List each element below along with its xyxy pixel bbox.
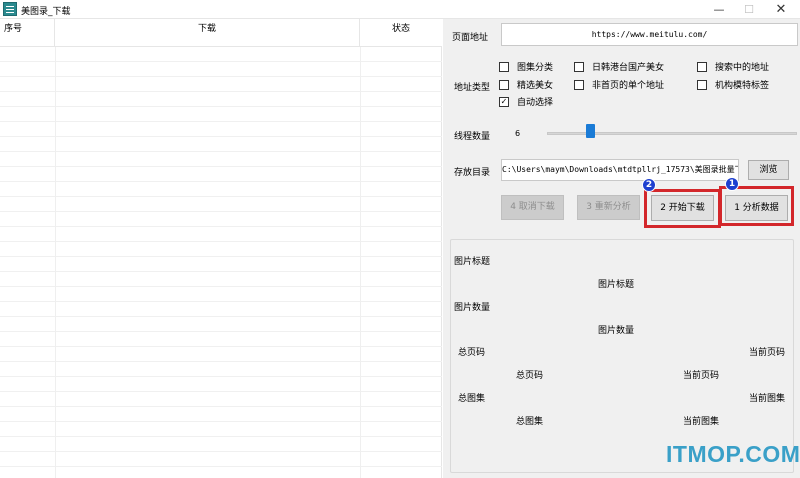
window-title: 美图录_下载: [21, 7, 71, 17]
step-badge-2: 2: [642, 178, 656, 192]
directory-input[interactable]: C:\Users\maym\Downloads\mtdtpllrj_17573\…: [501, 159, 739, 181]
total-albums-label: 总图集: [458, 394, 486, 404]
column-header-status[interactable]: 状态: [360, 19, 442, 47]
control-panel: 页面地址 https://www.meitulu.com/ 地址类型 图集分类 …: [443, 19, 800, 478]
browse-button[interactable]: 浏览: [748, 160, 789, 180]
checkmark-icon[interactable]: ✓: [499, 96, 509, 107]
cancel-download-button[interactable]: 4 取消下载: [501, 195, 564, 220]
address-type-label: 地址类型: [454, 83, 491, 93]
checkbox-box[interactable]: [697, 61, 707, 72]
column-header-number[interactable]: 序号: [0, 19, 55, 47]
current-album-value: 当前图集: [683, 417, 720, 427]
total-pages-label: 总页码: [458, 348, 486, 358]
current-page-value: 当前页码: [683, 371, 720, 381]
close-button[interactable]: ✕: [766, 0, 796, 19]
highlight-start-download: [644, 189, 721, 228]
image-count-label: 图片数量: [454, 303, 491, 313]
checkbox-box[interactable]: [499, 79, 509, 90]
threads-value: 6: [515, 129, 521, 138]
image-title-value: 图片标题: [598, 280, 635, 290]
checkbox-box[interactable]: [697, 79, 707, 90]
list-header: 序号 下载 状态: [0, 19, 442, 47]
current-album-label: 当前图集: [749, 394, 786, 404]
list-rows: [0, 47, 442, 478]
maximize-button[interactable]: ☐: [734, 0, 764, 19]
image-count-value: 图片数量: [598, 326, 635, 336]
title-bar: 美图录_下载 — ☐ ✕: [0, 0, 800, 19]
total-albums-value: 总图集: [516, 417, 544, 427]
watermark: ITMOP.COM: [666, 441, 800, 467]
checkbox-album-category[interactable]: 图集分类: [499, 61, 553, 75]
info-group: [450, 239, 794, 473]
directory-label: 存放目录: [454, 168, 491, 178]
highlight-analyze-data: [719, 186, 794, 226]
current-page-label: 当前页码: [749, 348, 786, 358]
checkbox-box[interactable]: [499, 61, 509, 72]
checkbox-single-address[interactable]: 非首页的单个地址: [574, 79, 664, 93]
column-header-download[interactable]: 下载: [55, 19, 360, 47]
minimize-button[interactable]: —: [704, 0, 734, 19]
url-input[interactable]: https://www.meitulu.com/: [501, 23, 798, 46]
threads-label: 线程数量: [454, 132, 491, 142]
download-list[interactable]: 序号 下载 状态: [0, 19, 442, 478]
threads-slider-thumb[interactable]: [586, 124, 595, 138]
reanalyze-button[interactable]: 3 重新分析: [577, 195, 640, 220]
checkbox-box[interactable]: [574, 79, 584, 90]
checkbox-auto-select[interactable]: ✓ 自动选择: [499, 96, 553, 110]
checkbox-search-address[interactable]: 搜索中的地址: [697, 61, 769, 75]
url-label: 页面地址: [452, 33, 489, 43]
image-title-label: 图片标题: [454, 257, 491, 267]
checkbox-featured[interactable]: 精选美女: [499, 79, 553, 93]
total-pages-value: 总页码: [516, 371, 544, 381]
step-badge-1: 1: [725, 177, 739, 191]
checkbox-box[interactable]: [574, 61, 584, 72]
app-icon: [3, 2, 17, 16]
checkbox-asia-models[interactable]: 日韩港台国产美女: [574, 61, 664, 75]
threads-slider-track[interactable]: [547, 132, 797, 135]
checkbox-agency-tag[interactable]: 机构模特标签: [697, 79, 769, 93]
